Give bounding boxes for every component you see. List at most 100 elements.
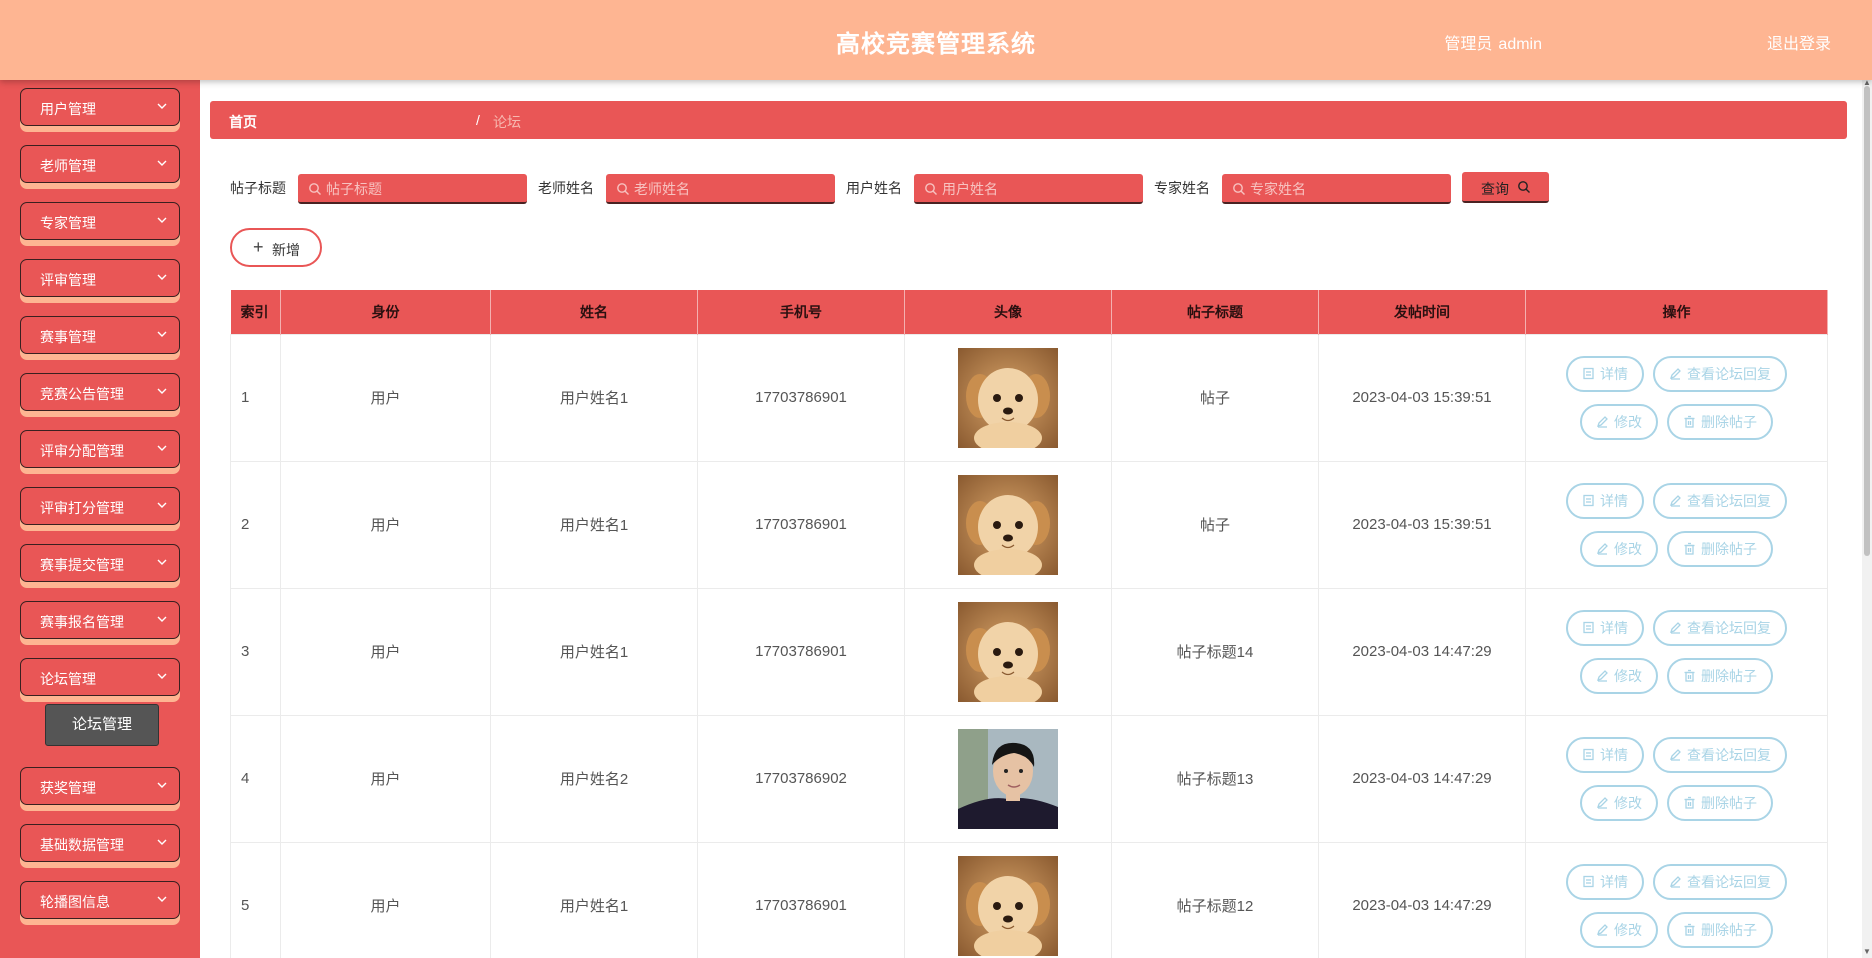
chevron-down-icon xyxy=(157,445,167,451)
plus-icon: + xyxy=(253,237,264,257)
sidebar-item-review-assign[interactable]: 评审分配管理 xyxy=(20,430,180,468)
logout-link[interactable]: 退出登录 xyxy=(1767,30,1831,54)
avatar-image xyxy=(958,855,1058,956)
user-name-input[interactable] xyxy=(942,177,1132,201)
cell-avatar xyxy=(904,587,1112,716)
table-body: 1 用户 用户姓名1 17703786901 帖子 2023-04-03 15:39:51… xyxy=(230,333,1828,958)
query-button[interactable]: 查询 xyxy=(1462,172,1549,203)
teacher-name-input[interactable] xyxy=(634,177,824,201)
search-field-post-title[interactable] xyxy=(298,174,527,204)
search-field-user-name[interactable] xyxy=(914,174,1143,204)
edit-icon xyxy=(1596,416,1608,428)
submenu-forum-management[interactable]: 论坛管理 xyxy=(45,704,159,746)
view-replies-button[interactable]: 查看论坛回复 xyxy=(1653,863,1787,900)
table-header-row: 索引 身份 姓名 手机号 头像 帖子标题 发帖时间 操作 xyxy=(230,290,1828,334)
scrollbar-thumb[interactable] xyxy=(1864,86,1870,556)
chevron-down-icon xyxy=(157,559,167,565)
edit-button-label: 修改 xyxy=(1614,540,1642,557)
cell-index: 4 xyxy=(230,714,281,843)
sidebar-item-label: 专家管理 xyxy=(40,215,96,231)
edit-icon xyxy=(1669,622,1681,634)
add-button[interactable]: + 新增 xyxy=(230,228,322,267)
delete-post-button[interactable]: 删除帖子 xyxy=(1667,403,1773,440)
edit-icon xyxy=(1596,797,1608,809)
cell-post-title: 帖子 xyxy=(1111,460,1319,589)
cell-phone: 17703786902 xyxy=(697,714,905,843)
detail-button[interactable]: 详情 xyxy=(1566,736,1644,773)
detail-button[interactable]: 详情 xyxy=(1566,355,1644,392)
cell-post-time: 2023-04-03 15:39:51 xyxy=(1318,333,1526,462)
view-replies-button[interactable]: 查看论坛回复 xyxy=(1653,482,1787,519)
chevron-down-icon xyxy=(157,331,167,337)
cell-avatar xyxy=(904,460,1112,589)
delete-post-button[interactable]: 删除帖子 xyxy=(1667,530,1773,567)
current-user: 管理员 admin xyxy=(1444,30,1542,54)
edit-icon xyxy=(1669,495,1681,507)
trash-icon xyxy=(1684,923,1695,936)
view-replies-button[interactable]: 查看论坛回复 xyxy=(1653,736,1787,773)
edit-icon xyxy=(1596,543,1608,555)
scroll-down-arrow-icon[interactable]: ▼ xyxy=(1863,947,1871,956)
avatar-image xyxy=(958,347,1058,448)
search-field-expert-name[interactable] xyxy=(1222,174,1451,204)
breadcrumb-separator: / xyxy=(476,112,480,128)
cell-post-title: 帖子标题14 xyxy=(1111,587,1319,716)
page-scrollbar[interactable]: ▲ ▼ xyxy=(1862,78,1872,958)
detail-button[interactable]: 详情 xyxy=(1566,482,1644,519)
sidebar-item-carousel[interactable]: 轮播图信息 xyxy=(20,881,180,919)
expert-name-input[interactable] xyxy=(1250,177,1440,201)
sidebar-item-expert[interactable]: 专家管理 xyxy=(20,202,180,240)
edit-button[interactable]: 修改 xyxy=(1580,657,1658,694)
trash-icon xyxy=(1684,796,1695,809)
sidebar-item-review-score[interactable]: 评审打分管理 xyxy=(20,487,180,525)
column-header-role: 身份 xyxy=(280,290,491,334)
edit-button[interactable]: 修改 xyxy=(1580,784,1658,821)
view-replies-button-label: 查看论坛回复 xyxy=(1687,746,1771,763)
sidebar-item-notice[interactable]: 竞赛公告管理 xyxy=(20,373,180,411)
column-header-index: 索引 xyxy=(230,290,281,334)
view-replies-button[interactable]: 查看论坛回复 xyxy=(1653,609,1787,646)
document-icon xyxy=(1583,748,1594,761)
sidebar-item-label: 基础数据管理 xyxy=(40,837,124,853)
view-replies-button[interactable]: 查看论坛回复 xyxy=(1653,355,1787,392)
delete-post-button-label: 删除帖子 xyxy=(1701,794,1757,811)
sidebar-item-review[interactable]: 评审管理 xyxy=(20,259,180,297)
sidebar-item-forum[interactable]: 论坛管理 xyxy=(20,658,180,696)
cell-role: 用户 xyxy=(280,587,491,716)
edit-button[interactable]: 修改 xyxy=(1580,403,1658,440)
search-label-expert-name: 专家姓名 xyxy=(1154,180,1210,196)
sidebar-item-base-data[interactable]: 基础数据管理 xyxy=(20,824,180,862)
cell-post-time: 2023-04-03 15:39:51 xyxy=(1318,460,1526,589)
column-header-post-time: 发帖时间 xyxy=(1318,290,1526,334)
cell-avatar xyxy=(904,841,1112,958)
trash-icon xyxy=(1684,669,1695,682)
sidebar-item-teacher[interactable]: 老师管理 xyxy=(20,145,180,183)
detail-button[interactable]: 详情 xyxy=(1566,609,1644,646)
breadcrumb-home[interactable]: 首页 xyxy=(229,112,257,132)
search-icon xyxy=(309,183,321,195)
detail-button[interactable]: 详情 xyxy=(1566,863,1644,900)
sidebar-item-user[interactable]: 用户管理 xyxy=(20,88,180,126)
sidebar-item-event[interactable]: 赛事管理 xyxy=(20,316,180,354)
edit-button[interactable]: 修改 xyxy=(1580,911,1658,948)
search-field-teacher-name[interactable] xyxy=(606,174,835,204)
view-replies-button-label: 查看论坛回复 xyxy=(1687,365,1771,382)
edit-icon xyxy=(1596,924,1608,936)
delete-post-button[interactable]: 删除帖子 xyxy=(1667,784,1773,821)
search-label-post-title: 帖子标题 xyxy=(230,180,286,196)
cell-index: 3 xyxy=(230,587,281,716)
cell-name: 用户姓名2 xyxy=(490,714,698,843)
search-icon xyxy=(925,183,937,195)
query-button-label: 查询 xyxy=(1481,181,1509,197)
post-title-input[interactable] xyxy=(326,177,516,201)
cell-actions: 详情 查看论坛回复修改 删除帖子 xyxy=(1525,841,1828,958)
sidebar-item-event-signup[interactable]: 赛事报名管理 xyxy=(20,601,180,639)
delete-post-button[interactable]: 删除帖子 xyxy=(1667,657,1773,694)
edit-button[interactable]: 修改 xyxy=(1580,530,1658,567)
sidebar-item-event-submit[interactable]: 赛事提交管理 xyxy=(20,544,180,582)
sidebar-item-award[interactable]: 获奖管理 xyxy=(20,767,180,805)
chevron-down-icon xyxy=(157,160,167,166)
cell-name: 用户姓名1 xyxy=(490,460,698,589)
column-header-name: 姓名 xyxy=(490,290,698,334)
delete-post-button[interactable]: 删除帖子 xyxy=(1667,911,1773,948)
